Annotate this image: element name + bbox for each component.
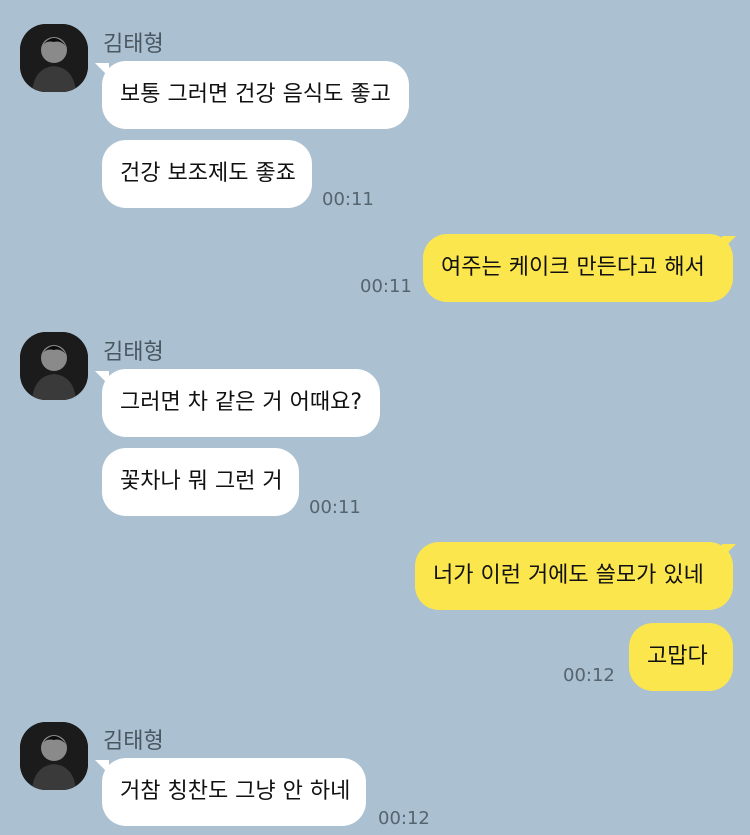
sender-name: 김태형 bbox=[103, 32, 164, 57]
sender-name: 김태형 bbox=[103, 729, 164, 754]
incoming-message[interactable]: 건강 보조제도 좋죠 bbox=[102, 140, 312, 208]
outgoing-message[interactable]: 고맙다 bbox=[629, 623, 733, 691]
sender-avatar[interactable] bbox=[20, 24, 88, 92]
incoming-message[interactable]: 그러면 차 같은 거 어때요? bbox=[102, 369, 380, 437]
message-timestamp: 00:11 bbox=[309, 497, 361, 518]
profile-photo-icon bbox=[20, 332, 88, 400]
profile-photo-icon bbox=[20, 24, 88, 92]
sender-avatar[interactable] bbox=[20, 722, 88, 790]
incoming-message[interactable]: 거참 칭찬도 그냥 안 하네 bbox=[102, 758, 366, 826]
sender-name: 김태형 bbox=[103, 340, 164, 365]
message-timestamp: 00:12 bbox=[563, 665, 615, 686]
message-timestamp: 00:11 bbox=[360, 276, 412, 297]
message-timestamp: 00:12 bbox=[378, 808, 430, 829]
outgoing-message[interactable]: 여주는 케이크 만든다고 해서 bbox=[423, 234, 733, 302]
incoming-message[interactable]: 보통 그러면 건강 음식도 좋고 bbox=[102, 61, 409, 129]
outgoing-message[interactable]: 너가 이런 거에도 쓸모가 있네 bbox=[415, 542, 733, 610]
sender-avatar[interactable] bbox=[20, 332, 88, 400]
profile-photo-icon bbox=[20, 722, 88, 790]
incoming-message[interactable]: 꽃차나 뭐 그런 거 bbox=[102, 448, 299, 516]
message-timestamp: 00:11 bbox=[322, 189, 374, 210]
